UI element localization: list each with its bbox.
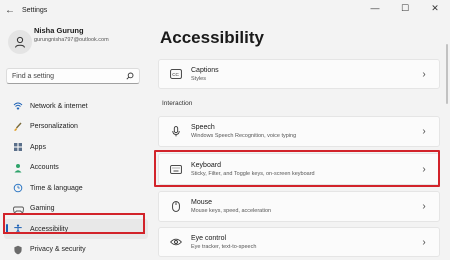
sidebar-item-label: Network & internet (30, 102, 88, 110)
profile-email: gurungnisha797@outlook.com (34, 37, 109, 43)
card-title: Speech (191, 124, 215, 131)
search-input[interactable]: Find a setting (6, 68, 140, 84)
card-subtitle: Windows Speech Recognition, voice typing (191, 133, 297, 139)
card-eye-control[interactable]: Eye control Eye tracker, text-to-speech … (158, 227, 440, 257)
card-captions[interactable]: CC Captions Styles › (158, 59, 440, 89)
globe-clock-icon (13, 183, 23, 193)
card-mouse[interactable]: Mouse Mouse keys, speed, acceleration › (158, 191, 440, 222)
close-button[interactable]: ✕ (420, 0, 450, 18)
back-button[interactable]: ← (0, 5, 20, 16)
sidebar-item-personalization[interactable]: Personalization (4, 117, 148, 137)
chevron-right-icon: › (422, 126, 426, 137)
sidebar-item-label: Gaming (30, 205, 55, 212)
card-title: Eye control (191, 234, 227, 242)
card-subtitle: Styles (191, 75, 206, 82)
chevron-right-icon: › (422, 68, 426, 80)
card-title: Captions (191, 66, 219, 74)
sidebar-item-time-language[interactable]: Time & language (4, 178, 148, 198)
highlight-box-keyboard (154, 150, 440, 187)
sidebar-item-accounts[interactable]: Accounts (4, 158, 148, 178)
sidebar-item-apps[interactable]: Apps (4, 137, 148, 157)
profile[interactable] (8, 30, 32, 54)
page-title: Accessibility (160, 28, 264, 47)
person-icon (14, 163, 22, 172)
scrollbar[interactable] (446, 44, 448, 104)
chevron-right-icon: › (422, 201, 426, 212)
svg-text:CC: CC (172, 72, 179, 77)
app-title: Settings (22, 6, 48, 14)
sidebar-item-privacy[interactable]: Privacy & security (4, 240, 148, 260)
mouse-icon (172, 201, 180, 212)
highlight-box-sidebar (3, 213, 145, 234)
search-icon (126, 72, 134, 80)
card-speech[interactable]: Speech Windows Speech Recognition, voice… (158, 116, 440, 147)
eye-icon (170, 238, 182, 246)
sidebar-item-label: Accounts (30, 164, 59, 171)
brush-icon (14, 122, 22, 131)
sidebar-item-label: Personalization (30, 123, 78, 130)
search-placeholder: Find a setting (12, 72, 55, 80)
microphone-icon (172, 126, 180, 137)
shield-icon (14, 245, 22, 254)
chevron-right-icon: › (422, 236, 426, 248)
controller-icon (12, 206, 24, 213)
window-controls: — ☐ ✕ (360, 0, 450, 18)
sidebar-item-label: Privacy & security (30, 246, 86, 253)
profile-name: Nisha Gurung (34, 26, 84, 35)
card-subtitle: Mouse keys, speed, acceleration (191, 208, 272, 214)
sidebar-nav: Network & internet Personalization Apps (4, 96, 148, 260)
card-title: Mouse (191, 199, 213, 206)
sidebar-item-label: Time & language (30, 184, 83, 192)
sidebar-item-network[interactable]: Network & internet (4, 96, 148, 116)
captions-icon: CC (170, 69, 182, 79)
maximize-button[interactable]: ☐ (390, 0, 420, 18)
main-content: Accessibility CC Captions Styles › Inter… (150, 20, 450, 257)
avatar (8, 30, 32, 54)
section-heading-interaction: Interaction (162, 100, 193, 107)
sidebar-item-label: Apps (30, 143, 46, 151)
card-subtitle: Eye tracker, text-to-speech (191, 243, 257, 250)
minimize-button[interactable]: — (360, 0, 390, 18)
title-bar: ← Settings — ☐ ✕ (0, 0, 450, 20)
wifi-icon (13, 102, 23, 110)
person-icon (15, 36, 25, 48)
apps-icon (14, 143, 22, 151)
